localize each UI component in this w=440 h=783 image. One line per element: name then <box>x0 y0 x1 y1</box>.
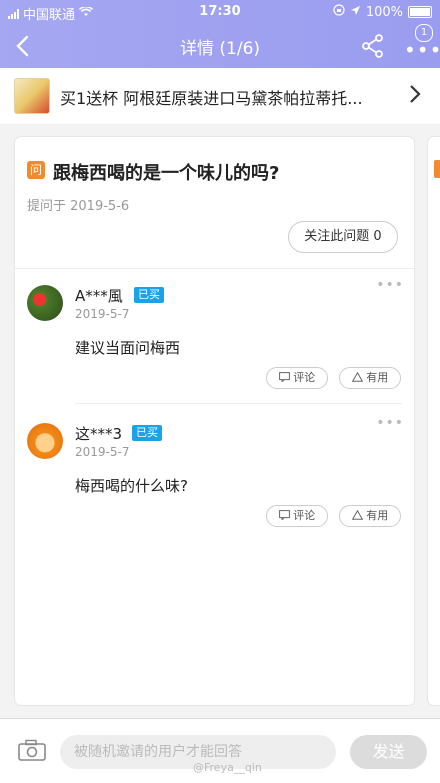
question-date: 提问于 2019-5-6 <box>27 199 130 214</box>
comment-icon <box>278 372 290 383</box>
message-count-badge: 1 <box>415 24 433 42</box>
comment-button[interactable]: 评论 <box>266 367 328 389</box>
top-bar: 中国联通 17:30 100% 详情 (1/6) ••• 1 <box>0 0 440 68</box>
nav-bar: 详情 (1/6) ••• 1 <box>0 24 440 68</box>
avatar[interactable] <box>27 423 63 459</box>
avatar[interactable] <box>27 285 63 321</box>
battery-icon <box>408 6 432 18</box>
answer-divider <box>75 403 402 404</box>
comment-label: 评论 <box>293 371 316 384</box>
location-icon <box>350 5 361 20</box>
comment-label: 评论 <box>293 509 316 522</box>
status-bar: 中国联通 17:30 100% <box>0 0 440 24</box>
question-title: 跟梅西喝的是一个味儿的吗? <box>53 163 280 184</box>
lock-rotation-icon <box>333 4 345 20</box>
follow-question-button[interactable]: 关注此问题 0 <box>288 221 398 253</box>
answer-username: 这***3 <box>75 425 123 443</box>
useful-button[interactable]: 有用 <box>339 505 401 527</box>
answer-date: 2019-5-7 <box>75 307 130 321</box>
next-question-tag <box>434 160 440 178</box>
more-options-icon[interactable]: ••• <box>376 415 404 431</box>
next-card-peek[interactable] <box>428 137 440 705</box>
useful-button[interactable]: 有用 <box>339 367 401 389</box>
purchased-badge: 已买 <box>134 287 164 303</box>
answer-username: A***風 <box>75 287 123 305</box>
answer-content: 建议当面问梅西 <box>75 339 181 357</box>
comment-button[interactable]: 评论 <box>266 505 328 527</box>
divider <box>15 268 414 269</box>
purchased-badge: 已买 <box>132 425 162 441</box>
chevron-right-icon <box>408 82 422 112</box>
battery-percent: 100% <box>365 4 403 20</box>
camera-icon <box>18 739 46 761</box>
question-tag: 问 <box>27 161 45 179</box>
thumb-up-icon <box>351 371 363 382</box>
thumb-up-icon <box>351 509 363 520</box>
comment-icon <box>278 510 290 521</box>
product-thumbnail <box>14 78 50 114</box>
send-button[interactable]: 发送 <box>350 735 427 769</box>
share-icon <box>362 34 383 58</box>
useful-label: 有用 <box>366 509 389 522</box>
answer-content: 梅西喝的什么味? <box>75 477 188 495</box>
useful-label: 有用 <box>366 371 389 384</box>
question-card: 问 跟梅西喝的是一个味儿的吗? 提问于 2019-5-6 关注此问题 0 A**… <box>15 137 414 705</box>
product-link[interactable]: 买1送杯 阿根廷原装进口马黛茶帕拉蒂托... <box>0 68 440 125</box>
product-name: 买1送杯 阿根廷原装进口马黛茶帕拉蒂托... <box>60 89 363 108</box>
camera-button[interactable] <box>18 739 46 761</box>
watermark-text: @Freya__qin <box>193 761 262 774</box>
more-options-icon[interactable]: ••• <box>376 277 404 293</box>
answer-date: 2019-5-7 <box>75 445 130 459</box>
share-button[interactable] <box>360 33 386 59</box>
